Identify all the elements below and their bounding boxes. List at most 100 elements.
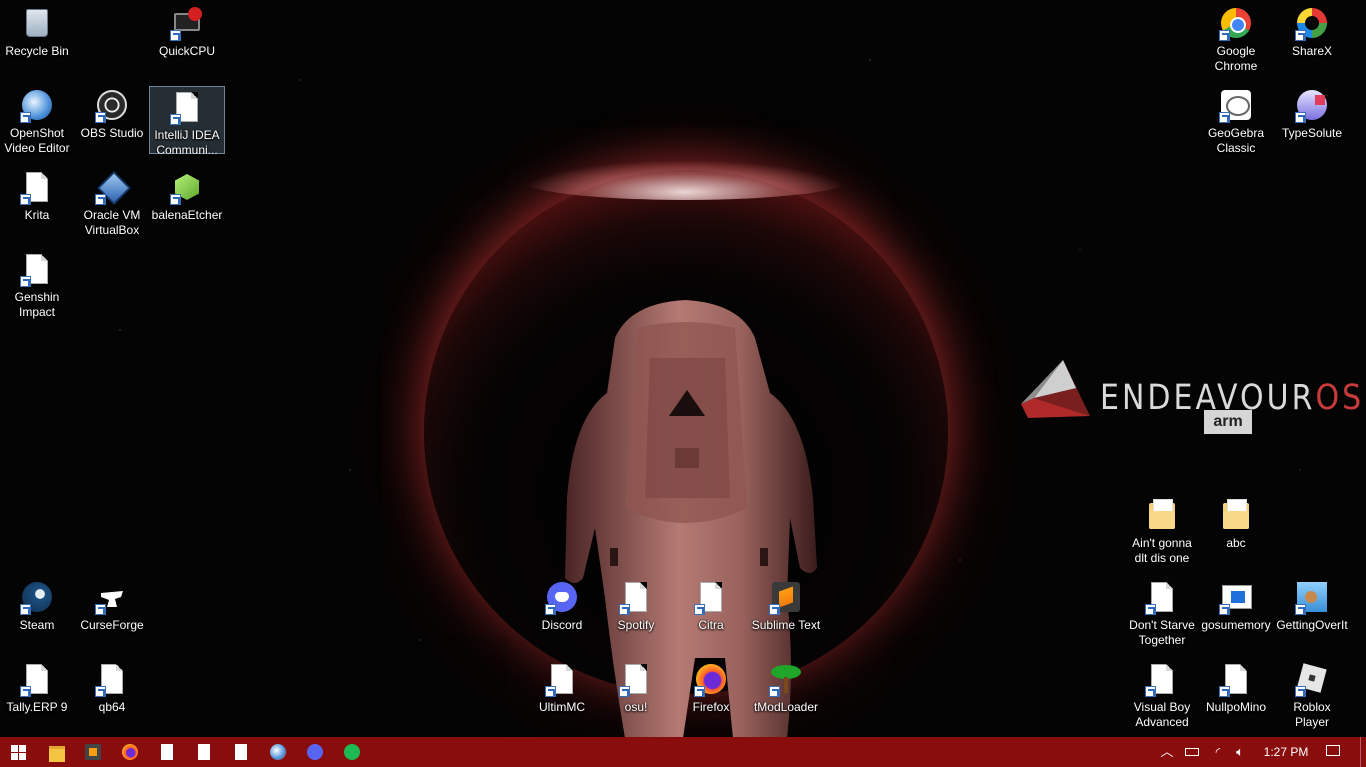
desktop-icon-gosumemory[interactable]: gosumemory <box>1199 577 1273 633</box>
desktop-icon-openshot[interactable]: OpenShot Video Editor <box>0 85 74 156</box>
icon-label: Genshin Impact <box>14 290 60 319</box>
desktop-icon-virtualbox[interactable]: Oracle VM VirtualBox <box>75 167 149 238</box>
desktop-icon-curseforge[interactable]: CurseForge <box>75 577 149 633</box>
clock[interactable]: 1:27 PM <box>1256 737 1316 767</box>
icon-label: Visual Boy Advanced <box>1133 700 1191 729</box>
desktop-icon-chrome[interactable]: Google Chrome <box>1199 3 1273 74</box>
icon-label: NullpoMino <box>1205 700 1267 714</box>
document-icon <box>20 171 54 205</box>
desktop-icon-geogebra[interactable]: GeoGebra Classic <box>1199 85 1273 156</box>
volume-icon[interactable]: 🔈︎ <box>1230 737 1250 767</box>
desktop-icon-aint-gonna[interactable]: Ain't gonna dlt dis one <box>1125 495 1199 566</box>
desktop-icon-tmodloader[interactable]: tModLoader <box>749 659 823 715</box>
steam-icon <box>20 581 54 615</box>
gosumemory-icon <box>1219 581 1253 615</box>
desktop-icon-intellij[interactable]: IntelliJ IDEA Communi... <box>149 86 225 157</box>
taskbar: ︿ ◜ 🔈︎ 1:27 PM <box>0 737 1366 767</box>
desktop-icon-abc[interactable]: abc <box>1199 495 1273 551</box>
geogebra-icon <box>1219 89 1253 123</box>
virtualbox-icon <box>95 171 131 205</box>
desktop-icon-steam[interactable]: Steam <box>0 577 74 633</box>
desktop-icon-roblox[interactable]: Roblox Player <box>1275 659 1349 730</box>
desktop-icon-krita[interactable]: Krita <box>0 167 74 223</box>
typesolute-icon <box>1295 89 1329 123</box>
taskbar-spotify[interactable] <box>334 737 370 767</box>
desktop-icon-dont-starve[interactable]: Don't Starve Together <box>1125 577 1199 648</box>
taskbar-firefox[interactable] <box>112 737 148 767</box>
icon-label: QuickCPU <box>158 44 215 58</box>
show-hidden-icons-chevron-icon[interactable]: ︿ <box>1158 737 1176 767</box>
taskbar-document-3[interactable] <box>223 737 259 767</box>
icon-label: Tally.ERP 9 <box>6 700 68 714</box>
document-icon <box>235 744 247 760</box>
icon-label: Google Chrome <box>1214 44 1258 73</box>
document-icon <box>1219 663 1253 697</box>
icon-label: ShareX <box>1291 44 1333 58</box>
document-icon <box>198 744 210 760</box>
icon-label: TypeSolute <box>1281 126 1343 140</box>
icon-label: GeoGebra Classic <box>1207 126 1265 155</box>
icon-label: tModLoader <box>753 700 819 714</box>
desktop-icon-obs[interactable]: OBS Studio <box>75 85 149 141</box>
desktop-icon-sublime[interactable]: Sublime Text <box>749 577 823 633</box>
taskbar-sublime[interactable] <box>75 737 111 767</box>
icon-label: abc <box>1226 536 1246 550</box>
start-button[interactable] <box>0 737 36 767</box>
desktop-icon-gettingoverit[interactable]: GettingOverIt <box>1275 577 1349 633</box>
desktop-icon-genshin[interactable]: Genshin Impact <box>0 249 74 320</box>
icon-label: Firefox <box>692 700 730 714</box>
desktop-icon-balenaetcher[interactable]: balenaEtcher <box>150 167 224 223</box>
taskbar-openshot[interactable] <box>260 737 296 767</box>
desktop-icon-firefox[interactable]: Firefox <box>674 659 748 715</box>
document-icon <box>619 663 653 697</box>
icon-label: UltimMC <box>539 700 585 714</box>
desktop-icon-recycle-bin[interactable]: Recycle Bin <box>0 3 74 59</box>
obs-icon <box>95 89 129 123</box>
document-icon <box>161 744 173 760</box>
sharex-icon <box>1295 7 1329 41</box>
battery-icon[interactable] <box>1184 737 1202 767</box>
desktop-icon-tally[interactable]: Tally.ERP 9 <box>0 659 74 715</box>
spotify-icon <box>344 744 360 760</box>
taskbar-file-explorer[interactable] <box>39 737 75 767</box>
taskbar-discord[interactable] <box>297 737 333 767</box>
balenaetcher-icon <box>170 171 204 205</box>
icon-label: CurseForge <box>80 618 144 632</box>
taskbar-document-2[interactable] <box>186 737 222 767</box>
icon-label: Discord <box>541 618 583 632</box>
recycle-bin-icon <box>20 7 54 41</box>
desktop-icon-discord[interactable]: Discord <box>525 577 599 633</box>
show-desktop-button[interactable] <box>1360 737 1366 767</box>
gettingoverit-icon <box>1295 581 1329 615</box>
icon-label: Steam <box>19 618 55 632</box>
icon-label: IntelliJ IDEA Communi... <box>154 128 220 157</box>
taskbar-document-1[interactable] <box>149 737 185 767</box>
desktop-icon-citra[interactable]: Citra <box>674 577 748 633</box>
roblox-icon <box>1295 663 1329 697</box>
icon-label: GettingOverIt <box>1276 618 1348 632</box>
openshot-icon <box>270 744 286 760</box>
desktop-icon-osu[interactable]: osu! <box>599 659 673 715</box>
wifi-icon[interactable]: ◜ <box>1208 737 1228 767</box>
logo-arm-badge: arm <box>1204 410 1252 434</box>
endeavouros-logo: ENDEAVOUROS arm <box>1018 358 1361 438</box>
document-icon <box>95 663 129 697</box>
desktop-icon-spotify[interactable]: Spotify <box>599 577 673 633</box>
openshot-icon <box>20 89 54 123</box>
desktop-icon-ultimmc[interactable]: UltimMC <box>525 659 599 715</box>
desktop-icon-visual-boy[interactable]: Visual Boy Advanced <box>1125 659 1199 730</box>
desktop: ENDEAVOUROS arm Recycle Bin OpenShot Vid… <box>0 0 1366 737</box>
action-center-icon[interactable] <box>1322 737 1344 767</box>
document-icon <box>694 581 728 615</box>
document-icon <box>1145 663 1179 697</box>
desktop-icon-sharex[interactable]: ShareX <box>1275 3 1349 59</box>
document-icon <box>20 253 54 287</box>
desktop-icon-typesolute[interactable]: TypeSolute <box>1275 85 1349 141</box>
icon-label: Ain't gonna dlt dis one <box>1132 536 1192 565</box>
document-icon <box>170 91 204 125</box>
desktop-icon-nullpomino[interactable]: NullpoMino <box>1199 659 1273 715</box>
desktop-icon-quickcpu[interactable]: QuickCPU <box>150 3 224 59</box>
desktop-icon-qb64[interactable]: qb64 <box>75 659 149 715</box>
planet-glow <box>520 160 850 200</box>
icon-label: osu! <box>624 700 648 714</box>
